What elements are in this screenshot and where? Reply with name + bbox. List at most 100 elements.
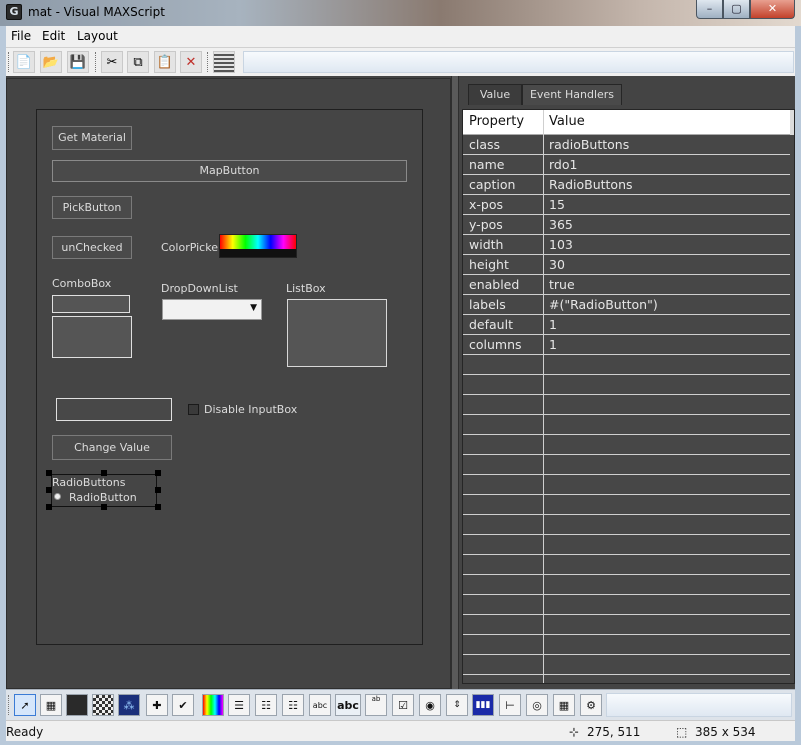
property-value[interactable]: 365 — [549, 217, 573, 232]
property-row[interactable]: height 30 — [463, 255, 790, 275]
color-icon[interactable] — [202, 694, 224, 716]
empty-property-row[interactable] — [463, 455, 790, 475]
property-value[interactable]: RadioButtons — [549, 177, 633, 192]
menu-file[interactable]: File — [11, 29, 31, 43]
inputbox-field[interactable] — [56, 398, 172, 421]
menu-edit[interactable]: Edit — [42, 29, 65, 43]
get-material-button[interactable]: Get Material — [52, 126, 132, 150]
bitmap-icon[interactable]: ▦ — [40, 694, 62, 716]
property-value[interactable]: true — [549, 277, 575, 292]
resize-handle[interactable] — [101, 470, 107, 476]
resize-handle[interactable] — [46, 504, 52, 510]
resize-handle[interactable] — [46, 470, 52, 476]
empty-property-row[interactable] — [463, 495, 790, 515]
property-value[interactable]: 30 — [549, 257, 565, 272]
empty-property-row[interactable] — [463, 375, 790, 395]
copy-icon[interactable]: ⧉ — [127, 51, 149, 73]
delete-icon[interactable]: ✕ — [180, 51, 202, 73]
empty-property-row[interactable] — [463, 535, 790, 555]
checkbox-icon[interactable]: ☑ — [392, 694, 414, 716]
timer-icon[interactable]: ◎ — [526, 694, 548, 716]
dropdownlist[interactable]: ▼ — [162, 299, 262, 320]
listbox-icon[interactable]: ☷ — [282, 694, 304, 716]
editbox-icon[interactable]: ab — [365, 694, 387, 716]
resize-handle[interactable] — [155, 504, 161, 510]
property-value[interactable]: 103 — [549, 237, 573, 252]
property-column-header[interactable]: Property — [469, 114, 524, 129]
list-icon[interactable]: ☰ — [228, 694, 250, 716]
label-icon[interactable]: abc — [335, 694, 361, 716]
groupbox-icon[interactable] — [66, 694, 88, 716]
map-button[interactable]: MapButton — [52, 160, 407, 182]
combo-icon[interactable]: ☷ — [255, 694, 277, 716]
save-icon[interactable]: 💾 — [67, 51, 89, 73]
checkmark-icon[interactable]: ✔ — [172, 694, 194, 716]
plus-icon[interactable]: ✚ — [146, 694, 168, 716]
resize-handle[interactable] — [155, 487, 161, 493]
combobox-edit[interactable] — [52, 295, 130, 313]
minimize-button[interactable]: – — [696, 0, 723, 19]
empty-property-row[interactable] — [463, 475, 790, 495]
property-value[interactable]: 1 — [549, 317, 557, 332]
grid-icon[interactable] — [213, 51, 235, 73]
property-row[interactable]: x-pos 15 — [463, 195, 790, 215]
resize-handle[interactable] — [155, 470, 161, 476]
edittext-icon[interactable]: abc — [309, 694, 331, 716]
property-row[interactable]: name rdo1 — [463, 155, 790, 175]
property-row[interactable]: enabled true — [463, 275, 790, 295]
property-value[interactable]: rdo1 — [549, 157, 577, 172]
empty-property-row[interactable] — [463, 575, 790, 595]
radio-dot-icon[interactable] — [54, 493, 61, 500]
change-value-button[interactable]: Change Value — [52, 435, 172, 460]
property-row[interactable]: default 1 — [463, 315, 790, 335]
combobox-list[interactable] — [52, 316, 132, 358]
new-file-icon[interactable]: 📄 — [13, 51, 35, 73]
resize-handle[interactable] — [101, 504, 107, 510]
empty-property-row[interactable] — [463, 655, 790, 675]
close-button[interactable]: ✕ — [750, 0, 795, 19]
maximize-button[interactable]: ▢ — [723, 0, 750, 19]
progress-icon[interactable]: ▮▮▮ — [472, 694, 494, 716]
property-row[interactable]: labels #("RadioButton") — [463, 295, 790, 315]
property-row[interactable]: caption RadioButtons — [463, 175, 790, 195]
tab-event-handlers[interactable]: Event Handlers — [522, 84, 622, 105]
empty-property-row[interactable] — [463, 515, 790, 535]
empty-property-row[interactable] — [463, 355, 790, 375]
property-value[interactable]: 1 — [549, 337, 557, 352]
paste-icon[interactable]: 📋 — [154, 51, 176, 73]
value-column-header[interactable]: Value — [549, 114, 585, 129]
unchecked-button[interactable]: unChecked — [52, 236, 132, 259]
property-value[interactable]: #("RadioButton") — [549, 297, 658, 312]
empty-property-row[interactable] — [463, 395, 790, 415]
cut-icon[interactable]: ✂ — [101, 51, 123, 73]
dotnet-icon[interactable]: ▦ — [553, 694, 575, 716]
tab-value[interactable]: Value — [468, 84, 522, 105]
resize-handle[interactable] — [46, 487, 52, 493]
listbox[interactable] — [287, 299, 387, 367]
pointer-icon[interactable]: ➚ — [14, 694, 36, 716]
property-row[interactable]: y-pos 365 — [463, 215, 790, 235]
property-value[interactable]: radioButtons — [549, 137, 629, 152]
disable-inputbox-checkbox[interactable] — [188, 404, 199, 415]
empty-property-row[interactable] — [463, 435, 790, 455]
spinner-icon[interactable]: ⇕ — [446, 694, 468, 716]
checker-icon[interactable] — [92, 694, 114, 716]
empty-property-row[interactable] — [463, 615, 790, 635]
slider-icon[interactable]: ⊢ — [499, 694, 521, 716]
empty-property-row[interactable] — [463, 415, 790, 435]
empty-property-row[interactable] — [463, 595, 790, 615]
property-row[interactable]: width 103 — [463, 235, 790, 255]
property-row[interactable]: class radioButtons — [463, 135, 790, 155]
open-folder-icon[interactable]: 📂 — [40, 51, 62, 73]
property-row[interactable]: columns 1 — [463, 335, 790, 355]
colorpicker-swatch[interactable] — [219, 234, 297, 258]
panel-splitter[interactable] — [451, 76, 459, 689]
image-icon[interactable]: ⁂ — [118, 694, 140, 716]
form-canvas[interactable]: Get Material MapButton PickButton unChec… — [36, 109, 423, 645]
activex-icon[interactable]: ⚙ — [580, 694, 602, 716]
radio-icon[interactable]: ◉ — [419, 694, 441, 716]
empty-property-row[interactable] — [463, 555, 790, 575]
pick-button[interactable]: PickButton — [52, 196, 132, 219]
property-value[interactable]: 15 — [549, 197, 565, 212]
empty-property-row[interactable] — [463, 635, 790, 655]
